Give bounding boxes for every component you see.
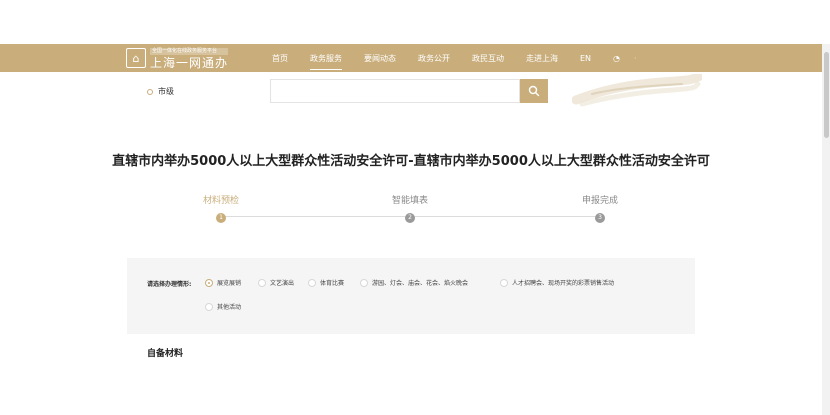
location-selector[interactable]: 市级 [147,86,174,97]
step-number: 1 [216,213,226,223]
nav-services[interactable]: 政务服务 [310,53,342,70]
option-performance[interactable]: 文艺演出 [258,278,294,287]
radio-icon[interactable] [360,278,368,287]
location-pin-icon [147,88,153,95]
logo-subtitle: 全国一体化在线政务服务平台 [150,47,229,55]
option-label: 展览展销 [217,280,242,287]
option-label: 其他活动 [217,304,242,311]
logo-text: 全国一体化在线政务服务平台 上海一网通办 [150,47,229,70]
option-festival[interactable]: 游园、灯会、庙会、花会、焰火晚会 [360,278,468,287]
nav-english[interactable]: EN [580,54,591,63]
situation-options-panel: 请选择办理情形: 展览展销 文艺演出 体育比赛 游园、灯会、庙会、花会、焰火晚会… [127,258,695,334]
option-label: 文艺演出 [270,280,295,287]
site-logo[interactable]: ⌂ 全国一体化在线政务服务平台 上海一网通办 [126,46,229,70]
option-other[interactable]: 其他活动 [205,302,241,311]
nav-about-shanghai[interactable]: 走进上海 [526,53,558,64]
main-nav: 首页 政务服务 要闻动态 政务公开 政民互动 走进上海 EN ◔ · [272,44,651,72]
page: ⌂ 全国一体化在线政务服务平台 上海一网通办 首页 政务服务 要闻动态 政务公开… [0,0,830,415]
radio-icon[interactable] [500,278,508,287]
brush-decoration-icon [572,74,702,107]
accessibility-icon[interactable]: ◔ [613,54,620,63]
option-sports[interactable]: 体育比赛 [308,278,344,287]
step-2: 智能填表 2 [370,193,450,223]
nav-public-affairs[interactable]: 政务公开 [418,53,450,64]
step-1: 材料预检 1 [181,193,261,223]
page-title: 直辖市内举办5000人以上大型群众性活动安全许可-直辖市内举办5000人以上大型… [112,154,710,169]
option-label: 游园、灯会、庙会、花会、焰火晚会 [372,280,469,287]
logo-title: 上海一网通办 [150,55,229,70]
option-label: 人才招聘会、现场开奖的彩票销售活动 [512,280,615,287]
nav-interaction[interactable]: 政民互动 [472,53,504,64]
logo-emblem-icon: ⌂ [126,48,146,68]
step-3: 申报完成 3 [560,193,640,223]
nav-news[interactable]: 要闻动态 [364,53,396,64]
top-header: ⌂ 全国一体化在线政务服务平台 上海一网通办 首页 政务服务 要闻动态 政务公开… [0,44,822,72]
step-label: 申报完成 [581,196,618,206]
option-job-fair-lottery[interactable]: 人才招聘会、现场开奖的彩票销售活动 [500,278,614,287]
nav-home[interactable]: 首页 [272,53,288,64]
option-exhibition[interactable]: 展览展销 [205,278,241,287]
search-input[interactable] [270,79,520,103]
user-icon[interactable]: · [634,54,637,63]
step-number: 2 [405,213,415,223]
radio-icon[interactable] [308,278,316,287]
options-label: 请选择办理情形: [147,281,192,288]
step-label: 材料预检 [202,196,239,206]
radio-icon[interactable] [258,278,266,287]
search-button[interactable] [520,79,548,103]
section-title: 自备材料 [147,349,184,359]
option-label: 体育比赛 [320,280,345,287]
step-number: 3 [595,213,605,223]
location-label: 市级 [158,87,174,96]
radio-checked-icon[interactable] [205,278,213,287]
radio-icon[interactable] [205,302,213,311]
search-icon [528,85,540,97]
step-label: 智能填表 [391,196,428,206]
scrollbar-thumb[interactable] [824,52,829,138]
